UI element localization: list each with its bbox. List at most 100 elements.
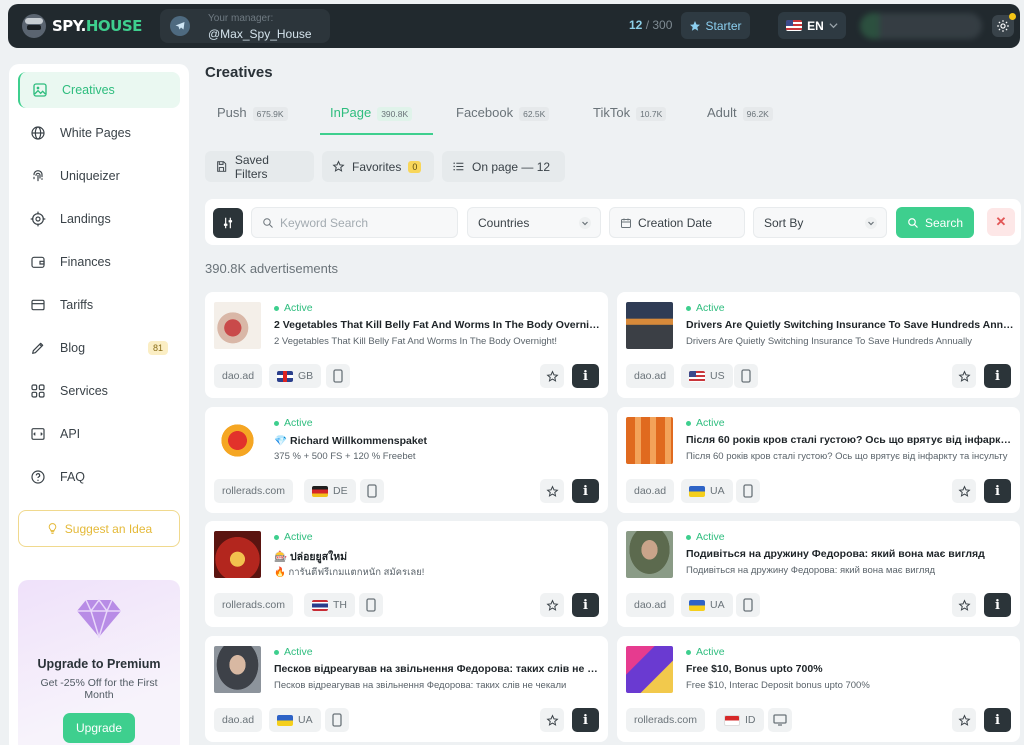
logo[interactable]: SPY.HOUSE [22, 13, 142, 39]
country-chip: TH [304, 593, 355, 617]
top-bar: SPY.HOUSE Your manager: @Max_Spy_House 1… [8, 4, 1020, 48]
manager-handle[interactable]: @Max_Spy_House [208, 27, 312, 41]
search-icon [263, 217, 273, 228]
tab-facebook[interactable]: Facebook 62.5K [456, 105, 550, 135]
on-page-select[interactable]: On page — 12 [442, 151, 565, 182]
favorite-star-button[interactable] [540, 364, 564, 388]
creative-title: 🎰 ปล่อยยูสใหม่ [274, 551, 348, 563]
device-chip [768, 708, 792, 732]
sidebar-item-creatives[interactable]: Creatives [18, 72, 180, 108]
creative-card[interactable]: Active Free $10, Bonus upto 700% Free $1… [617, 636, 1020, 742]
country-code: UA [710, 485, 725, 497]
status-badge: Active [274, 417, 313, 429]
target-icon [30, 211, 46, 227]
tab-adult[interactable]: Adult 96.2K [707, 105, 773, 135]
creative-thumbnail[interactable] [214, 531, 261, 578]
device-chip [736, 479, 760, 503]
tab-push[interactable]: Push 675.9K [217, 105, 288, 135]
star-outline-icon [957, 369, 971, 382]
language-select[interactable]: EN [778, 12, 846, 39]
info-button[interactable]: i [984, 593, 1011, 617]
creative-card[interactable]: Active Після 60 років кров сталі густою?… [617, 407, 1020, 513]
country-chip: UA [681, 479, 733, 503]
favorite-star-button[interactable] [952, 593, 976, 617]
upgrade-button[interactable]: Upgrade [63, 713, 135, 743]
tab-label: Push [217, 105, 247, 120]
tab-count: 10.7K [636, 107, 667, 121]
status-badge: Active [686, 531, 725, 543]
favorite-star-button[interactable] [952, 364, 976, 388]
sidebar-item-services[interactable]: Services [18, 373, 180, 409]
suggest-idea-button[interactable]: Suggest an Idea [18, 510, 180, 547]
sidebar-item-faq[interactable]: FAQ [18, 459, 180, 495]
user-profile-blurred[interactable] [860, 13, 982, 39]
sort-by-select[interactable]: Sort By [753, 207, 887, 238]
id-flag-icon [724, 714, 740, 726]
mobile-icon [743, 484, 753, 498]
filters-toggle-button[interactable] [213, 208, 243, 238]
info-button[interactable]: i [572, 593, 599, 617]
search-button[interactable]: Search [896, 207, 974, 238]
favorite-star-button[interactable] [540, 479, 564, 503]
country-chip: UA [269, 708, 321, 732]
saved-filters-button[interactable]: Saved Filters [205, 151, 314, 182]
sidebar-item-tariffs[interactable]: Tariffs [18, 287, 180, 323]
favorite-star-button[interactable] [952, 479, 976, 503]
info-button[interactable]: i [984, 708, 1011, 732]
ua-flag-icon [277, 714, 293, 726]
favorite-star-button[interactable] [540, 708, 564, 732]
help-icon [31, 470, 45, 484]
sidebar-item-uniqueizer[interactable]: Uniqueizer [18, 158, 180, 194]
creative-card[interactable]: Active 2 Vegetables That Kill Belly Fat … [205, 292, 608, 398]
creative-thumbnail[interactable] [626, 646, 673, 693]
creative-thumbnail[interactable] [626, 417, 673, 464]
info-button[interactable]: i [572, 708, 599, 732]
manager-contact[interactable]: Your manager: @Max_Spy_House [160, 9, 330, 43]
info-button[interactable]: i [984, 364, 1011, 388]
countries-label: Countries [478, 215, 530, 230]
tab-tiktok[interactable]: TikTok 10.7K [593, 105, 667, 135]
sidebar-item-finances[interactable]: Finances [18, 244, 180, 280]
device-chip [359, 593, 383, 617]
creative-card[interactable]: Active Drivers Are Quietly Switching Ins… [617, 292, 1020, 398]
tab-inpage[interactable]: InPage 390.8K [320, 105, 433, 135]
creative-card[interactable]: Active Подивіться на дружину Федорова: я… [617, 521, 1020, 627]
info-button[interactable]: i [572, 364, 599, 388]
creative-thumbnail[interactable] [214, 302, 261, 349]
star-outline-icon [957, 484, 971, 497]
creative-thumbnail[interactable] [214, 417, 261, 464]
creative-title: Drivers Are Quietly Switching Insurance … [686, 319, 1014, 331]
favorites-button[interactable]: Favorites 0 [322, 151, 434, 182]
list-icon [453, 162, 464, 171]
creation-date-picker[interactable]: Creation Date [609, 207, 745, 238]
favorite-star-button[interactable] [952, 708, 976, 732]
pen-icon [32, 342, 44, 354]
image-icon [33, 83, 47, 97]
info-button[interactable]: i [572, 479, 599, 503]
status-badge: Active [686, 302, 725, 314]
creative-card[interactable]: Active 🎰 ปล่อยยูสใหม่ 🔥 การันตีฟรีเกมแตก… [205, 521, 608, 627]
star-outline-icon [332, 160, 345, 172]
keyword-search-input[interactable]: Keyword Search [251, 207, 458, 238]
creative-title: Free $10, Bonus upto 700% [686, 663, 823, 675]
sidebar-item-landings[interactable]: Landings [18, 201, 180, 237]
settings-button[interactable] [992, 13, 1016, 37]
favorite-star-button[interactable] [540, 593, 564, 617]
creative-thumbnail[interactable] [626, 531, 673, 578]
info-button[interactable]: i [984, 479, 1011, 503]
creative-card[interactable]: Active 💎 Richard Willkommenspaket 375 % … [205, 407, 608, 513]
creative-thumbnail[interactable] [214, 646, 261, 693]
country-chip: GB [269, 364, 322, 388]
creative-title: 💎 Richard Willkommenspaket [274, 435, 428, 447]
sidebar-item-blog[interactable]: Blog 81 [18, 330, 180, 366]
gear-icon [997, 20, 1009, 32]
plan-button[interactable]: Starter [681, 12, 750, 39]
sidebar-item-api[interactable]: API [18, 416, 180, 452]
usage-counter: 12 / 300 [629, 18, 672, 32]
countries-select[interactable]: Countries [467, 207, 601, 238]
sidebar-item-white-pages[interactable]: White Pages [18, 115, 180, 151]
country-code: TH [333, 599, 347, 611]
creative-thumbnail[interactable] [626, 302, 673, 349]
clear-filters-button[interactable]: ✕ [987, 208, 1015, 236]
creative-card[interactable]: Active Песков відреагував на звільнення … [205, 636, 608, 742]
